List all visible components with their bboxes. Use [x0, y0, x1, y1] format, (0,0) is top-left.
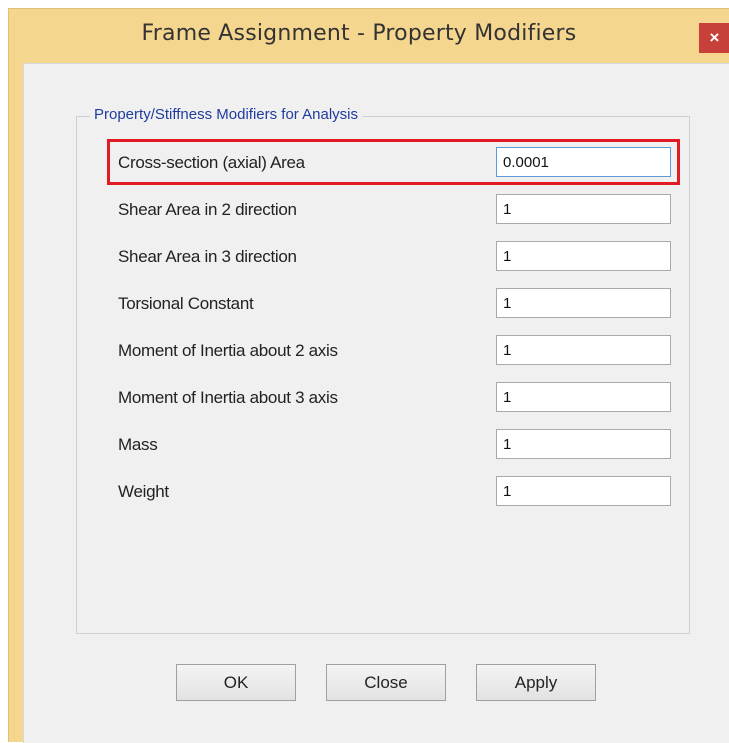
- dialog-window: Frame Assignment - Property Modifiers × …: [8, 8, 729, 743]
- shear-area-3-input[interactable]: [496, 241, 671, 271]
- ok-button[interactable]: OK: [176, 664, 296, 701]
- label-moment-inertia-2: Moment of Inertia about 2 axis: [118, 341, 338, 360]
- label-torsional-constant: Torsional Constant: [118, 294, 254, 313]
- apply-button[interactable]: Apply: [476, 664, 596, 701]
- label-weight: Weight: [118, 482, 169, 501]
- moment-inertia-3-input[interactable]: [496, 382, 671, 412]
- close-window-button[interactable]: ×: [699, 23, 729, 53]
- moment-inertia-2-input[interactable]: [496, 335, 671, 365]
- label-cross-section-area: Cross-section (axial) Area: [118, 153, 305, 172]
- label-mass: Mass: [118, 435, 158, 454]
- title-bar[interactable]: Frame Assignment - Property Modifiers ×: [9, 9, 729, 63]
- shear-area-2-input[interactable]: [496, 194, 671, 224]
- weight-input[interactable]: [496, 476, 671, 506]
- close-button[interactable]: Close: [326, 664, 446, 701]
- window-title: Frame Assignment - Property Modifiers: [141, 21, 577, 46]
- close-icon: ×: [709, 28, 720, 47]
- label-moment-inertia-3: Moment of Inertia about 3 axis: [118, 388, 338, 407]
- cross-section-area-input[interactable]: [496, 147, 671, 177]
- groupbox-legend: Property/Stiffness Modifiers for Analysi…: [90, 106, 362, 123]
- dialog-client-area: Property/Stiffness Modifiers for Analysi…: [23, 63, 729, 743]
- torsional-constant-input[interactable]: [496, 288, 671, 318]
- label-shear-area-2: Shear Area in 2 direction: [118, 200, 297, 219]
- label-shear-area-3: Shear Area in 3 direction: [118, 247, 297, 266]
- mass-input[interactable]: [496, 429, 671, 459]
